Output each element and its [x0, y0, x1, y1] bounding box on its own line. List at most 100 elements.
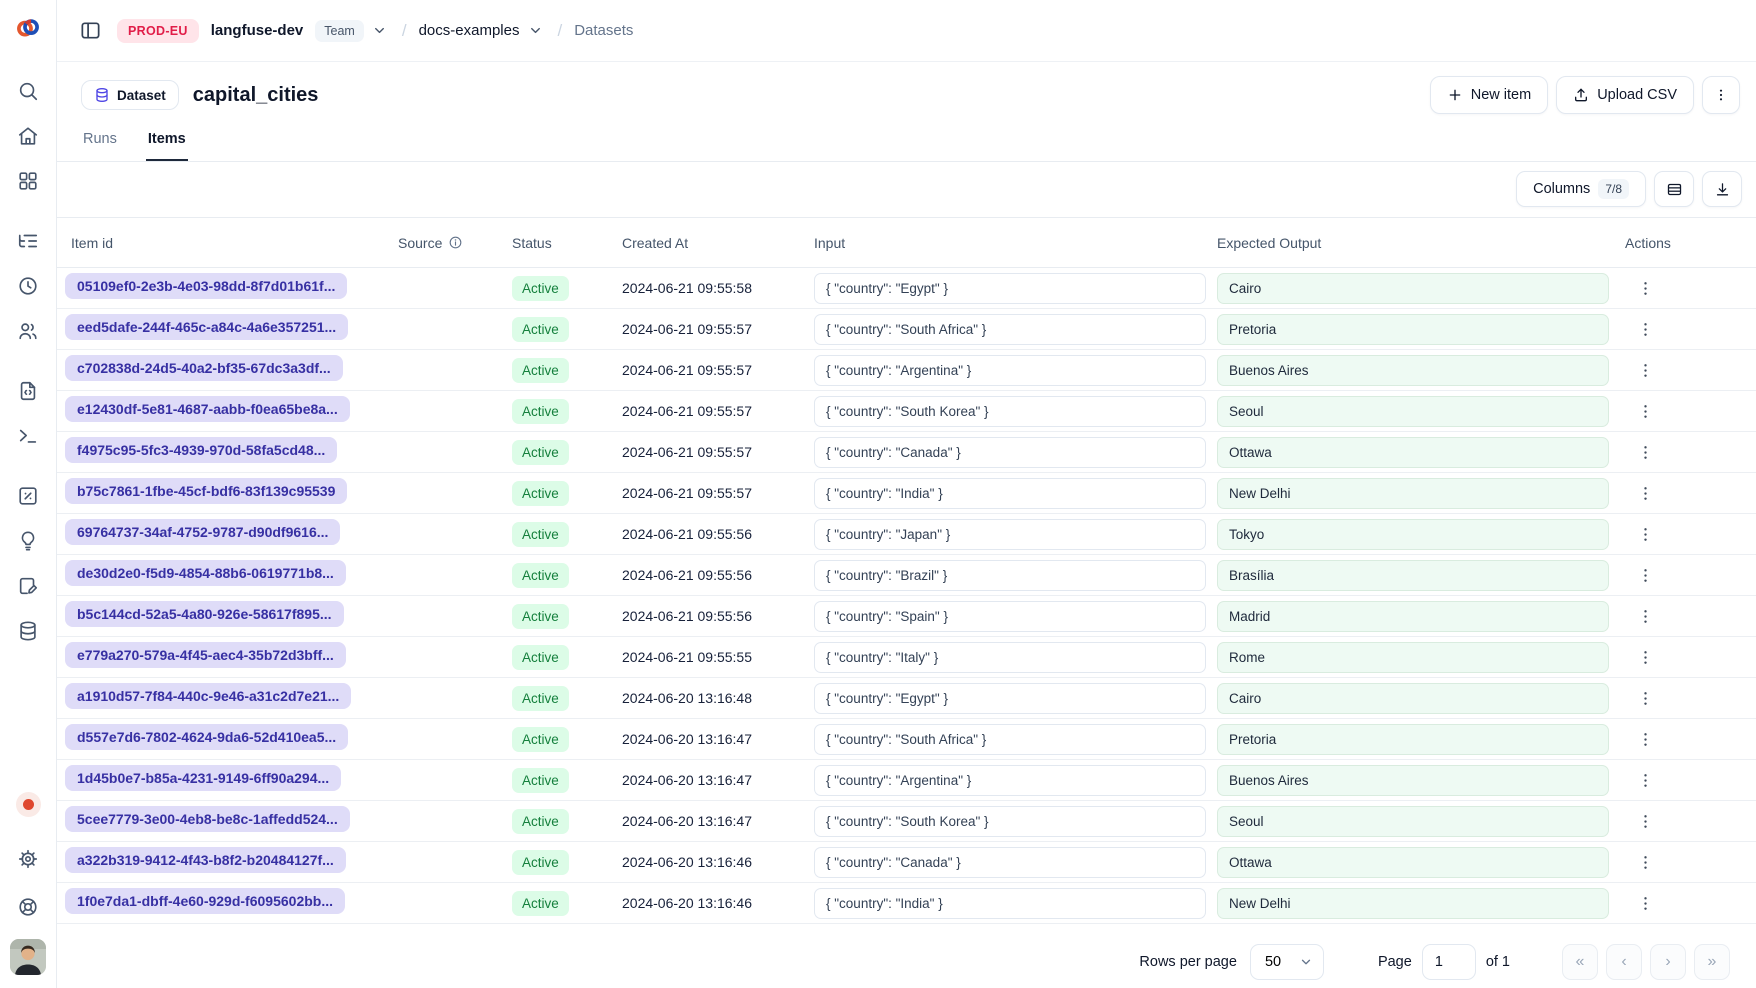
row-actions-button[interactable] — [1629, 641, 1661, 673]
table-row[interactable]: d557e7d6-7802-4624-9da6-52d410ea5... Act… — [57, 719, 1756, 760]
expected-output-cell[interactable]: Buenos Aires — [1217, 765, 1609, 796]
expected-output-cell[interactable]: Cairo — [1217, 273, 1609, 304]
org-chevron-down-icon[interactable] — [370, 21, 390, 41]
langfuse-logo-icon[interactable] — [15, 15, 41, 41]
table-row[interactable]: 1d45b0e7-b85a-4231-9149-6ff90a294... Act… — [57, 760, 1756, 801]
expected-output-cell[interactable]: Buenos Aires — [1217, 355, 1609, 386]
expected-output-cell[interactable]: New Delhi — [1217, 888, 1609, 919]
input-cell[interactable]: { "country": "South Africa" } — [814, 724, 1206, 755]
item-id-badge[interactable]: b5c144cd-52a5-4a80-926e-58617f895... — [65, 601, 344, 627]
item-id-badge[interactable]: 1d45b0e7-b85a-4231-9149-6ff90a294... — [65, 765, 341, 791]
input-cell[interactable]: { "country": "Italy" } — [814, 642, 1206, 673]
previous-page-button[interactable]: ‹ — [1606, 944, 1642, 980]
row-actions-button[interactable] — [1629, 723, 1661, 755]
datasets-database-icon[interactable] — [13, 619, 43, 643]
item-id-badge[interactable]: f4975c95-5fc3-4939-970d-58fa5cd48... — [65, 437, 337, 463]
org-name[interactable]: langfuse-dev — [211, 22, 304, 39]
expected-output-cell[interactable]: New Delhi — [1217, 478, 1609, 509]
input-cell[interactable]: { "country": "Brazil" } — [814, 560, 1206, 591]
recording-indicator-dot[interactable] — [23, 799, 34, 810]
item-id-badge[interactable]: 5cee7779-3e00-4eb8-be8c-1affedd524... — [65, 806, 350, 832]
dashboards-grid-icon[interactable] — [13, 169, 43, 193]
row-actions-button[interactable] — [1629, 436, 1661, 468]
table-row[interactable]: 69764737-34af-4752-9787-d90df9616... Act… — [57, 514, 1756, 555]
item-id-badge[interactable]: a322b319-9412-4f43-b8f2-b20484127f... — [65, 847, 346, 873]
item-id-badge[interactable]: e779a270-579a-4f45-aec4-35b72d3bff... — [65, 642, 346, 668]
expected-output-cell[interactable]: Brasília — [1217, 560, 1609, 591]
row-height-button[interactable] — [1654, 171, 1694, 207]
table-row[interactable]: c702838d-24d5-40a2-bf35-67dc3a3df... Act… — [57, 350, 1756, 391]
prompts-file-icon[interactable] — [13, 379, 43, 403]
input-cell[interactable]: { "country": "Argentina" } — [814, 765, 1206, 796]
input-cell[interactable]: { "country": "Canada" } — [814, 437, 1206, 468]
row-actions-button[interactable] — [1629, 805, 1661, 837]
item-id-badge[interactable]: c702838d-24d5-40a2-bf35-67dc3a3df... — [65, 355, 343, 381]
input-cell[interactable]: { "country": "India" } — [814, 888, 1206, 919]
tab-items[interactable]: Items — [146, 131, 188, 161]
input-cell[interactable]: { "country": "South Korea" } — [814, 396, 1206, 427]
table-row[interactable]: f4975c95-5fc3-4939-970d-58fa5cd48... Act… — [57, 432, 1756, 473]
table-row[interactable]: de30d2e0-f5d9-4854-88b6-0619771b8... Act… — [57, 555, 1756, 596]
table-row[interactable]: b75c7861-1fbe-45cf-bdf6-83f139c95539 Act… — [57, 473, 1756, 514]
evaluation-percent-icon[interactable] — [13, 484, 43, 508]
table-row[interactable]: 5cee7779-3e00-4eb8-be8c-1affedd524... Ac… — [57, 801, 1756, 842]
search-icon[interactable] — [13, 79, 43, 103]
expected-output-cell[interactable]: Ottawa — [1217, 437, 1609, 468]
export-download-button[interactable] — [1702, 171, 1742, 207]
table-row[interactable]: e779a270-579a-4f45-aec4-35b72d3bff... Ac… — [57, 637, 1756, 678]
page-more-actions-button[interactable] — [1702, 76, 1740, 114]
input-cell[interactable]: { "country": "Canada" } — [814, 847, 1206, 878]
playground-terminal-icon[interactable] — [13, 424, 43, 448]
expected-output-cell[interactable]: Pretoria — [1217, 724, 1609, 755]
input-cell[interactable]: { "country": "Egypt" } — [814, 683, 1206, 714]
row-actions-button[interactable] — [1629, 600, 1661, 632]
row-actions-button[interactable] — [1629, 764, 1661, 796]
table-row[interactable]: a1910d57-7f84-440c-9e46-a31c2d7e21... Ac… — [57, 678, 1756, 719]
row-actions-button[interactable] — [1629, 477, 1661, 509]
item-id-badge[interactable]: 1f0e7da1-dbff-4e60-929d-f6095602bb... — [65, 888, 345, 914]
expected-output-cell[interactable]: Seoul — [1217, 806, 1609, 837]
table-row[interactable]: a322b319-9412-4f43-b8f2-b20484127f... Ac… — [57, 842, 1756, 883]
row-actions-button[interactable] — [1629, 272, 1661, 304]
item-id-badge[interactable]: a1910d57-7f84-440c-9e46-a31c2d7e21... — [65, 683, 351, 709]
last-page-button[interactable]: » — [1694, 944, 1730, 980]
item-id-badge[interactable]: b75c7861-1fbe-45cf-bdf6-83f139c95539 — [65, 478, 347, 504]
upload-csv-button[interactable]: Upload CSV — [1556, 76, 1694, 114]
input-cell[interactable]: { "country": "Argentina" } — [814, 355, 1206, 386]
item-id-badge[interactable]: e12430df-5e81-4687-aabb-f0ea65be8a... — [65, 396, 350, 422]
sessions-clock-icon[interactable] — [13, 274, 43, 298]
settings-gear-icon[interactable] — [13, 847, 43, 871]
input-cell[interactable]: { "country": "Spain" } — [814, 601, 1206, 632]
project-chevron-down-icon[interactable] — [525, 21, 545, 41]
table-row[interactable]: b5c144cd-52a5-4a80-926e-58617f895... Act… — [57, 596, 1756, 637]
row-actions-button[interactable] — [1629, 518, 1661, 550]
table-row[interactable]: e12430df-5e81-4687-aabb-f0ea65be8a... Ac… — [57, 391, 1756, 432]
breadcrumb-datasets[interactable]: Datasets — [574, 22, 633, 39]
insights-lightbulb-icon[interactable] — [13, 529, 43, 553]
expected-output-cell[interactable]: Pretoria — [1217, 314, 1609, 345]
home-icon[interactable] — [13, 124, 43, 148]
project-name[interactable]: docs-examples — [419, 22, 520, 39]
next-page-button[interactable]: › — [1650, 944, 1686, 980]
row-actions-button[interactable] — [1629, 887, 1661, 919]
user-avatar[interactable] — [10, 939, 46, 975]
row-actions-button[interactable] — [1629, 395, 1661, 427]
input-cell[interactable]: { "country": "South Africa" } — [814, 314, 1206, 345]
users-icon[interactable] — [13, 319, 43, 343]
rows-per-page-select[interactable]: 50 — [1250, 944, 1324, 980]
input-cell[interactable]: { "country": "Egypt" } — [814, 273, 1206, 304]
tracing-tree-icon[interactable] — [13, 229, 43, 253]
item-id-badge[interactable]: de30d2e0-f5d9-4854-88b6-0619771b8... — [65, 560, 346, 586]
new-item-button[interactable]: New item — [1430, 76, 1548, 114]
table-row[interactable]: 1f0e7da1-dbff-4e60-929d-f6095602bb... Ac… — [57, 883, 1756, 924]
columns-button[interactable]: Columns 7/8 — [1516, 171, 1646, 207]
input-cell[interactable]: { "country": "India" } — [814, 478, 1206, 509]
tab-runs[interactable]: Runs — [81, 131, 119, 161]
expected-output-cell[interactable]: Ottawa — [1217, 847, 1609, 878]
expected-output-cell[interactable]: Rome — [1217, 642, 1609, 673]
item-id-badge[interactable]: 05109ef0-2e3b-4e03-98dd-8f7d01b61f... — [65, 273, 347, 299]
info-icon[interactable] — [448, 235, 463, 250]
input-cell[interactable]: { "country": "South Korea" } — [814, 806, 1206, 837]
row-actions-button[interactable] — [1629, 354, 1661, 386]
row-actions-button[interactable] — [1629, 682, 1661, 714]
